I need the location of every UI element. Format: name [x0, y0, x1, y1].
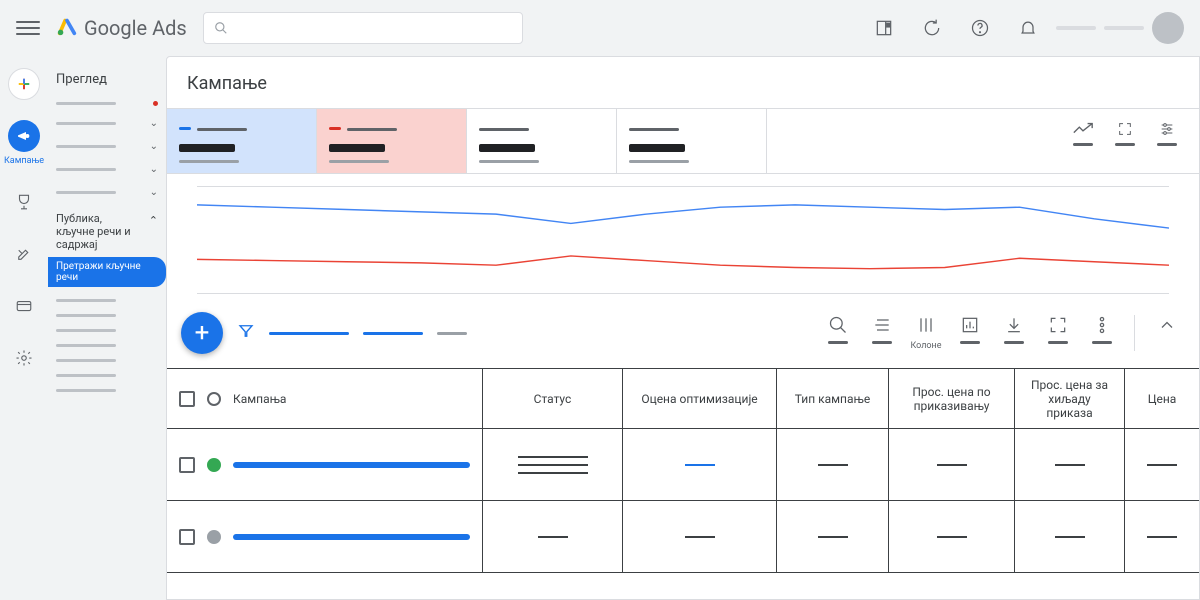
table-row [167, 429, 1199, 501]
filter-icon[interactable] [237, 322, 255, 344]
page-title: Кампање [167, 57, 1199, 108]
nav-item[interactable] [56, 293, 158, 308]
reports-icon[interactable] [864, 8, 904, 48]
nav-section-audience[interactable]: Публика, кључне речи и садржај⌃ [56, 204, 158, 257]
col-price[interactable]: Цена [1125, 369, 1199, 428]
col-avg-cpv[interactable]: Прос. цена по приказивању [889, 369, 1015, 428]
settings-rail-icon[interactable] [8, 342, 40, 374]
col-campaign[interactable]: Кампања [233, 392, 286, 406]
app-logo: Google Ads [56, 15, 187, 42]
add-campaign-fab[interactable]: + [181, 312, 223, 354]
col-avg-cpm[interactable]: Прос. цена за хиљаду приказа [1015, 369, 1125, 428]
nav-item[interactable] [56, 308, 158, 323]
adjust-icon[interactable] [1155, 121, 1179, 146]
nav-item[interactable]: ⌄ [56, 112, 158, 135]
campaign-name[interactable] [233, 534, 470, 540]
row-checkbox[interactable] [179, 529, 195, 545]
filter-chip[interactable] [269, 332, 349, 335]
search-icon [214, 21, 228, 35]
nav-item[interactable]: ⌄ [56, 181, 158, 204]
app-name: Google Ads [84, 16, 187, 40]
help-icon[interactable] [960, 8, 1000, 48]
chart [167, 174, 1199, 304]
notifications-icon[interactable] [1008, 8, 1048, 48]
nav-search-keywords[interactable]: Претражи кључне речи [48, 257, 166, 287]
filter-chip[interactable] [437, 332, 467, 335]
segment-icon[interactable] [870, 315, 894, 344]
select-all-checkbox[interactable] [179, 391, 195, 407]
metric-card-4[interactable] [617, 109, 767, 173]
fullscreen-icon[interactable] [1046, 315, 1070, 344]
nav-item[interactable] [56, 323, 158, 338]
nav-overview[interactable]: Преглед [56, 68, 158, 95]
campaigns-rail-label: Кампање [4, 156, 44, 166]
campaigns-table: Кампања Статус Оцена оптимизације Тип ка… [167, 368, 1199, 573]
campaigns-rail-icon[interactable] [8, 120, 40, 152]
user-avatar[interactable] [1152, 12, 1184, 44]
more-icon[interactable] [1090, 315, 1114, 344]
status-dot-icon [207, 458, 221, 472]
reports-table-icon[interactable] [958, 315, 982, 344]
col-opt-score[interactable]: Оцена оптимизације [623, 369, 777, 428]
row-checkbox[interactable] [179, 457, 195, 473]
expand-icon[interactable] [1113, 121, 1137, 146]
table-row [167, 501, 1199, 573]
metric-card-1[interactable] [167, 109, 317, 173]
campaign-name[interactable] [233, 462, 470, 468]
hamburger-menu-icon[interactable] [16, 16, 40, 40]
collapse-icon[interactable] [1155, 315, 1179, 335]
filter-chip[interactable] [363, 332, 423, 335]
nav-item[interactable] [56, 95, 158, 112]
status-dot-icon [207, 530, 221, 544]
columns-icon[interactable]: Колоне [914, 315, 938, 351]
nav-item[interactable] [56, 338, 158, 353]
chart-trend-icon[interactable] [1071, 121, 1095, 146]
search-input[interactable] [234, 21, 512, 36]
header-placeholder [1056, 26, 1096, 30]
refresh-icon[interactable] [912, 8, 952, 48]
col-campaign-type[interactable]: Тип кампање [777, 369, 889, 428]
header-placeholder [1104, 26, 1144, 30]
nav-item[interactable] [56, 368, 158, 383]
nav-item[interactable] [56, 383, 158, 398]
tools-rail-icon[interactable] [8, 238, 40, 270]
google-ads-logo-icon [56, 15, 78, 42]
col-status[interactable]: Статус [483, 369, 623, 428]
nav-item[interactable]: ⌄ [56, 158, 158, 181]
billing-rail-icon[interactable] [8, 290, 40, 322]
nav-item[interactable] [56, 353, 158, 368]
status-header-icon [207, 392, 221, 406]
metric-card-2[interactable] [317, 109, 467, 173]
goals-rail-icon[interactable] [8, 186, 40, 218]
nav-item[interactable]: ⌄ [56, 135, 158, 158]
create-button[interactable] [8, 68, 40, 100]
metric-card-3[interactable] [467, 109, 617, 173]
table-search-icon[interactable] [826, 315, 850, 344]
search-box[interactable] [203, 12, 523, 44]
download-icon[interactable] [1002, 315, 1026, 344]
